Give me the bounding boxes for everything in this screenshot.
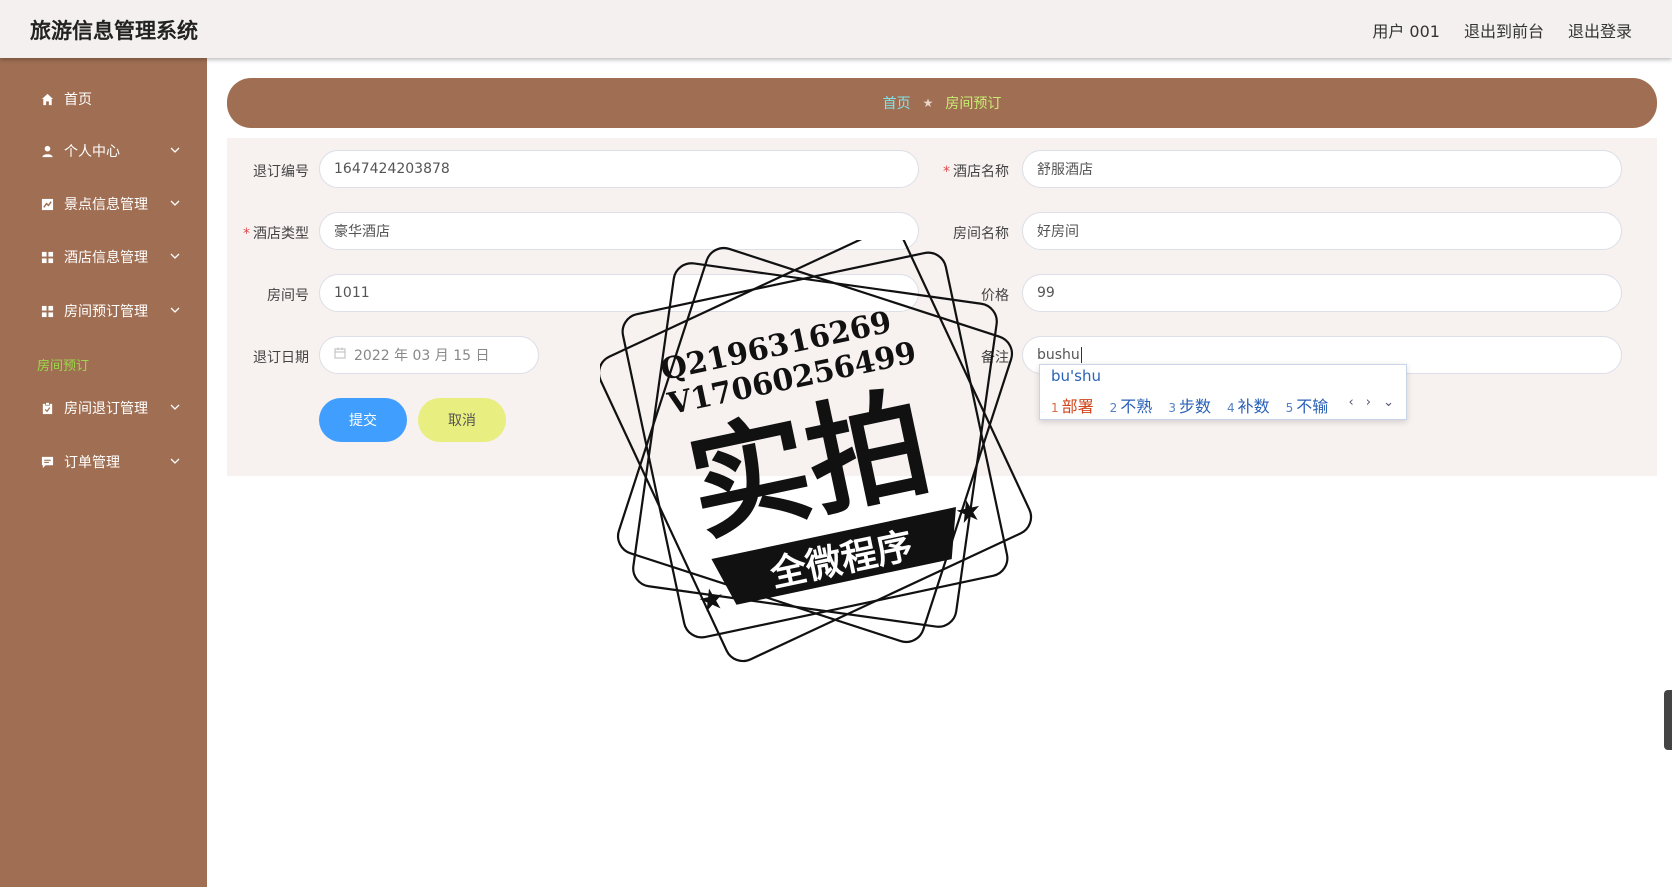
hotel-name-input[interactable]: 舒服酒店 [1022, 150, 1622, 188]
ime-candidate-list: 1 部署 2 不熟 3 步数 4 补数 5 不输 [1051, 393, 1328, 417]
ime-candidate[interactable]: 2 不熟 [1110, 393, 1153, 417]
remark-label: 备注 [981, 350, 1009, 366]
price-input[interactable]: 99 [1022, 274, 1622, 312]
watermark-banner-text: 全微程序 [766, 524, 917, 595]
room-no-input[interactable]: 1011 [319, 274, 919, 312]
chat-icon [40, 455, 54, 469]
sidebar-subitem-room-booking[interactable]: 房间预订 [37, 355, 89, 374]
sidebar-item-label: 房间退订管理 [64, 401, 148, 417]
sidebar-item-label: 个人中心 [64, 144, 120, 160]
date-picker[interactable]: 2022 年 03 月 15 日 [319, 336, 539, 374]
user-icon [40, 144, 54, 158]
ime-pinyin: bu'shu [1051, 367, 1101, 385]
side-float-tab[interactable] [1664, 690, 1672, 750]
chevron-down-icon [170, 196, 180, 212]
cancel-button[interactable]: 取消 [418, 398, 506, 442]
calendar-icon [334, 347, 346, 363]
breadcrumb-current: 房间预订 [945, 96, 1002, 112]
sidebar-item-orders[interactable]: 订单管理 [40, 447, 180, 477]
chevron-down-icon [170, 454, 180, 470]
chart-icon [40, 197, 54, 211]
sidebar-item-profile[interactable]: 个人中心 [40, 136, 180, 166]
room-name-label: 房间名称 [953, 226, 1009, 242]
ime-candidate[interactable]: 3 步数 [1168, 393, 1211, 417]
chevron-down-icon [170, 143, 180, 159]
sidebar-item-hotel[interactable]: 酒店信息管理 [40, 242, 180, 272]
hotel-name-label: * 酒店名称 [943, 164, 1009, 180]
hotel-type-label: * 酒店类型 [243, 226, 309, 242]
booking-form: 退订编号 1647424203878 * 酒店名称 舒服酒店 * 酒店类型 豪华酒店… [227, 138, 1657, 476]
current-user[interactable]: 用户 001 [1372, 18, 1440, 42]
sidebar: 首页 个人中心 景点信息管理 酒店信息管理 房间预订管理 房间预订 房间退订管理 [0, 58, 207, 887]
ime-candidate[interactable]: 5 不输 [1286, 393, 1329, 417]
app-title: 旅游信息管理系统 [30, 19, 198, 43]
date-label: 退订日期 [253, 350, 309, 366]
breadcrumb-home[interactable]: 首页 [883, 93, 911, 113]
grid-icon [40, 250, 54, 264]
chevron-down-icon [170, 303, 180, 319]
clipboard-icon [40, 401, 54, 415]
grid-icon [40, 304, 54, 318]
ime-candidate[interactable]: 1 部署 [1051, 393, 1094, 417]
sidebar-item-home[interactable]: 首页 [40, 84, 180, 114]
sidebar-item-refund[interactable]: 房间退订管理 [40, 393, 180, 423]
sidebar-item-label: 景点信息管理 [64, 197, 148, 213]
top-nav: 用户 001 退出到前台 退出登录 [1372, 18, 1632, 42]
star-icon: ★ [695, 580, 729, 620]
refund-no-input[interactable]: 1647424203878 [319, 150, 919, 188]
top-header: 旅游信息管理系统 用户 001 退出到前台 退出登录 [0, 0, 1672, 58]
ime-candidate-popup: bu'shu 1 部署 2 不熟 3 步数 4 补数 5 不输 ‹ › ⌄ [1039, 364, 1407, 420]
refund-no-label: 退订编号 [253, 164, 309, 180]
exit-to-front-link[interactable]: 退出到前台 [1464, 18, 1544, 42]
sidebar-item-scenic[interactable]: 景点信息管理 [40, 189, 180, 219]
sidebar-item-label: 酒店信息管理 [64, 250, 148, 266]
ime-page-nav[interactable]: ‹ › ⌄ [1348, 395, 1398, 410]
sidebar-item-label: 首页 [64, 92, 92, 108]
star-separator-icon: ★ [922, 96, 934, 110]
sidebar-item-booking[interactable]: 房间预订管理 [40, 296, 180, 326]
star-icon: ★ [952, 492, 986, 532]
chevron-down-icon [170, 249, 180, 265]
room-name-input[interactable]: 好房间 [1022, 212, 1622, 250]
sidebar-item-label: 订单管理 [64, 455, 120, 471]
chevron-down-icon [170, 400, 180, 416]
ime-candidate[interactable]: 4 补数 [1227, 393, 1270, 417]
sidebar-item-label: 房间预订管理 [64, 304, 148, 320]
submit-button[interactable]: 提交 [319, 398, 407, 442]
logout-link[interactable]: 退出登录 [1568, 18, 1632, 42]
breadcrumb: 首页 ★ 房间预订 [227, 78, 1657, 128]
home-icon [40, 92, 54, 106]
price-label: 价格 [981, 288, 1009, 304]
hotel-type-input[interactable]: 豪华酒店 [319, 212, 919, 250]
room-no-label: 房间号 [267, 288, 309, 304]
